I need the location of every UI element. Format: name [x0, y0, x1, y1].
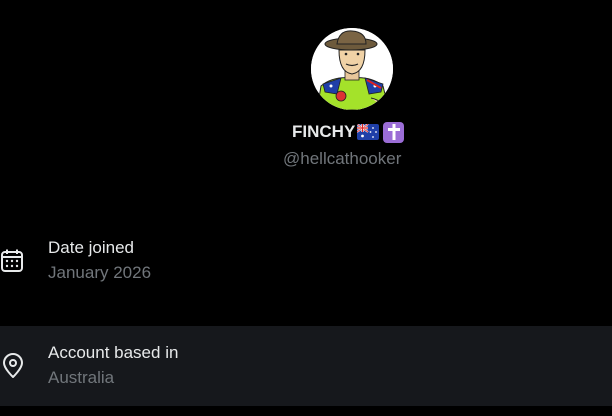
- date-joined-label: Date joined: [48, 238, 135, 257]
- latin-cross-icon: [383, 121, 405, 143]
- account-based-in-row[interactable]: Account based in Australia: [0, 326, 612, 406]
- account-based-in-value: Australia: [48, 368, 115, 387]
- display-name: FINCHY: [292, 122, 356, 141]
- avatar[interactable]: [311, 28, 393, 110]
- australia-flag-icon: [357, 124, 380, 140]
- bottom-divider: [0, 406, 612, 416]
- avatar-illustration: [311, 28, 393, 110]
- about-account-page: FINCHY @hellcathooker Date joined Januar…: [0, 0, 612, 416]
- calendar-icon: [0, 248, 26, 274]
- display-name-row: FINCHY: [292, 120, 405, 144]
- location-pin-icon: [0, 353, 26, 379]
- date-joined-row: Date joined January 2026: [0, 222, 612, 300]
- date-joined-value: January 2026: [48, 263, 152, 282]
- account-based-in-label: Account based in: [48, 343, 179, 362]
- username-handle: @hellcathooker: [283, 149, 402, 168]
